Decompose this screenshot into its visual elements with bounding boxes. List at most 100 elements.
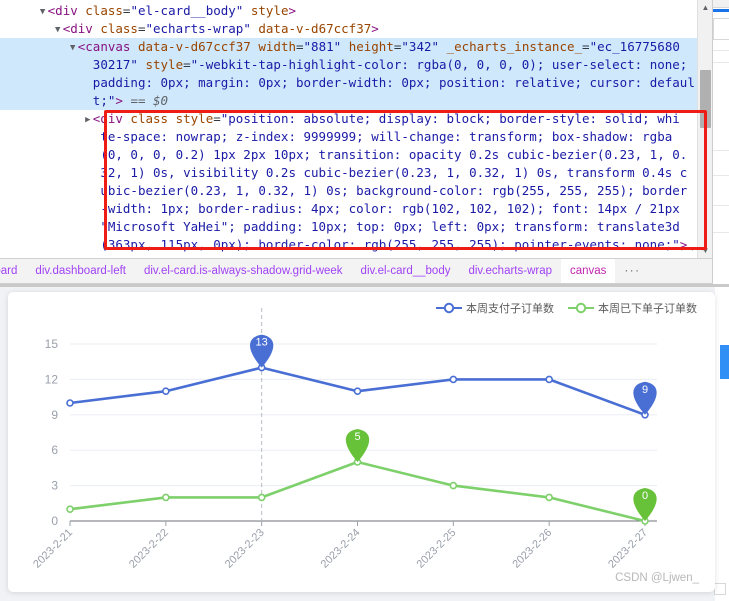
- page-corner-widget[interactable]: [714, 583, 726, 595]
- dom-tree-line[interactable]: ▼ <canvas data-v-d67ccf37 width="881" hei…: [0, 38, 712, 56]
- code-token-val: (0, 0, 0, 0.2) 1px 2px 10px; transition:…: [100, 147, 688, 162]
- watermark: CSDN @Ljwen_: [615, 572, 699, 584]
- x-axis-tick-label: 2023-2-27: [606, 527, 650, 571]
- data-point[interactable]: [545, 493, 553, 502]
- dom-tree-line[interactable]: (0, 0, 0, 0.2) 1px 2px 10px; transition:…: [0, 146, 712, 164]
- styles-pane-sliver[interactable]: [712, 0, 729, 290]
- code-token-val: "342": [401, 39, 440, 54]
- data-point[interactable]: [66, 505, 74, 513]
- pin-value-label: 13: [256, 337, 268, 349]
- dom-tree-scrollbar[interactable]: ▲ ▼: [697, 0, 713, 258]
- breadcrumb-item[interactable]: canvas: [561, 259, 616, 283]
- expand-triangle-open-icon[interactable]: ▼: [38, 3, 48, 21]
- code-token-val: ubic-bezier(0.23, 1, 0.32, 1) 0s; backgr…: [100, 183, 688, 198]
- code-token-val: t;": [92, 93, 116, 108]
- line-chart: 0 3 6 9 12 15 2023-2-21 2023-2-22 2023-2-23 2023-…: [31, 308, 657, 571]
- x-axis-tick-label: 2023-2-26: [510, 527, 554, 571]
- dom-tree-line[interactable]: 32, 1) 0s, visibility 0.2s cubic-bezier(…: [0, 164, 712, 182]
- code-token-punc: >: [288, 3, 297, 18]
- data-point[interactable]: [66, 399, 74, 407]
- code-token-plain: =: [296, 39, 304, 54]
- dom-tree-line[interactable]: -width: 1px; border-radius: 4px; color: …: [0, 200, 712, 218]
- data-point[interactable]: [162, 493, 170, 502]
- breadcrumb-item[interactable]: div.echarts-wrap: [459, 259, 561, 283]
- pin-value-label: 5: [354, 431, 360, 443]
- y-axis-tick-label: 15: [45, 337, 59, 351]
- breadcrumb-item[interactable]: div.el-card__body: [352, 259, 460, 283]
- dom-tree[interactable]: ▼ <div class="el-card__body" style> ▼ <div…: [0, 0, 712, 258]
- dom-tree-line[interactable]: 30217" style="-webkit-tap-highlight-colo…: [0, 56, 712, 74]
- y-axis-tick-label: 0: [51, 514, 58, 528]
- expand-triangle-closed-icon[interactable]: ▶: [83, 111, 93, 129]
- code-token-val: "-webkit-tap-highlight-color: rgba(0, 0,…: [190, 57, 688, 72]
- x-axis-tick-label: 2023-2-22: [127, 527, 171, 571]
- data-point[interactable]: [449, 375, 458, 384]
- dom-tree-line[interactable]: "Microsoft YaHei"; padding: 10px; top: 0…: [0, 218, 712, 236]
- code-token-val: "Microsoft YaHei"; padding: 10px; top: 0…: [100, 219, 680, 234]
- y-axis-tick-label: 3: [51, 479, 58, 493]
- code-token-attr: style: [243, 3, 289, 18]
- code-token-tag: div: [100, 111, 123, 126]
- dom-tree-line[interactable]: (363px, 115px, 0px); border-color: rgb(2…: [0, 236, 712, 254]
- dom-tree-line[interactable]: ▼ <div class="el-card__body" style>: [0, 2, 712, 20]
- y-axis-tick-label: 6: [51, 443, 58, 457]
- data-point[interactable]: [353, 387, 362, 395]
- code-token-attr: _echarts_instance_: [439, 39, 583, 54]
- breadcrumb-item[interactable]: div.el-card.is-always-shadow.grid-week: [135, 259, 352, 283]
- pin-value-label: 0: [642, 490, 648, 502]
- dom-tree-line[interactable]: t;"> == $0: [0, 92, 712, 110]
- breadcrumb-item[interactable]: div.dashboard-left: [26, 259, 135, 283]
- x-axis-tick-label: 2023-2-21: [31, 527, 75, 571]
- code-token-val: "ec_16775680: [589, 39, 680, 54]
- screenshot-root: ▼ <div class="el-card__body" style> ▼ <div…: [0, 0, 729, 601]
- x-axis-tick-label: 2023-2-25: [415, 527, 459, 571]
- dom-tree-line[interactable]: padding: 0px; margin: 0px; border-width:…: [0, 74, 712, 92]
- page-side-tab[interactable]: [720, 345, 729, 379]
- x-axis-tick-label: 2023-2-24: [319, 527, 363, 571]
- code-token-tag: div: [70, 21, 93, 36]
- code-token-val: "echarts-wrap": [145, 21, 251, 36]
- data-point[interactable]: [449, 481, 458, 490]
- code-token-val: 32, 1) 0s, visibility 0.2s cubic-bezier(…: [100, 165, 688, 180]
- data-point[interactable]: [162, 387, 170, 395]
- breadcrumb[interactable]: boarddiv.dashboard-leftdiv.el-card.is-al…: [0, 258, 712, 284]
- code-token-tag: div: [55, 3, 78, 18]
- y-axis-tick-label: 9: [51, 408, 58, 422]
- code-token-val: 30217": [92, 57, 138, 72]
- series-line: [68, 460, 647, 523]
- code-token-val: "el-card__body": [130, 3, 244, 18]
- data-point[interactable]: [257, 493, 266, 502]
- dom-tree-line[interactable]: ▶ <div class style="position: absolute; d…: [0, 110, 712, 128]
- expand-triangle-open-icon[interactable]: ▼: [53, 21, 63, 39]
- scrollbar-thumb[interactable]: [700, 70, 711, 128]
- code-token-attr: height: [341, 39, 394, 54]
- code-token-val: padding: 0px; margin: 0px; border-width:…: [92, 75, 695, 90]
- code-token-attr: class: [77, 3, 123, 18]
- code-token-attr: data-v-d67ccf37: [250, 21, 372, 36]
- code-token-punc: >: [371, 21, 379, 36]
- breadcrumb-item[interactable]: board: [0, 259, 26, 283]
- code-token-attr: style: [168, 111, 214, 126]
- y-axis-tick-label: 12: [45, 372, 59, 386]
- chart-card: 本周支付子订单数 本周已下单子订单数 0 3 6 9 12 15 2023-2-21 2023-…: [8, 292, 715, 592]
- dom-tree-line[interactable]: ▼ <div class="echarts-wrap" data-v-d67ccf…: [0, 20, 712, 38]
- dom-tree-line[interactable]: ubic-bezier(0.23, 1, 0.32, 1) 0s; backgr…: [0, 182, 712, 200]
- code-token-attr: style: [137, 57, 184, 72]
- scroll-up-arrow[interactable]: ▲: [698, 0, 713, 15]
- data-point[interactable]: [545, 375, 553, 384]
- page-right-edge: [714, 287, 729, 601]
- code-token-plain: =: [183, 57, 191, 72]
- code-token-tag: canvas: [85, 39, 131, 54]
- code-token-attr: width: [250, 39, 296, 54]
- code-token-val: te-space: nowrap; z-index: 9999999; will…: [100, 129, 673, 144]
- devtools-panel: ▼ <div class="el-card__body" style> ▼ <div…: [0, 0, 729, 290]
- breadcrumb-overflow-button[interactable]: ···: [615, 259, 649, 283]
- code-token-plain: =: [582, 39, 590, 54]
- expand-triangle-open-icon[interactable]: ▼: [68, 39, 78, 57]
- code-token-plain: =: [213, 111, 221, 126]
- pin-value-label: 9: [642, 384, 648, 396]
- code-token-dollar: == $0: [130, 93, 169, 108]
- web-page-area: 本周支付子订单数 本周已下单子订单数 0 3 6 9 12 15 2023-2-21 2023-…: [0, 287, 729, 601]
- code-token-val: -width: 1px; border-radius: 4px; color: …: [100, 201, 680, 216]
- dom-tree-line[interactable]: te-space: nowrap; z-index: 9999999; will…: [0, 128, 712, 146]
